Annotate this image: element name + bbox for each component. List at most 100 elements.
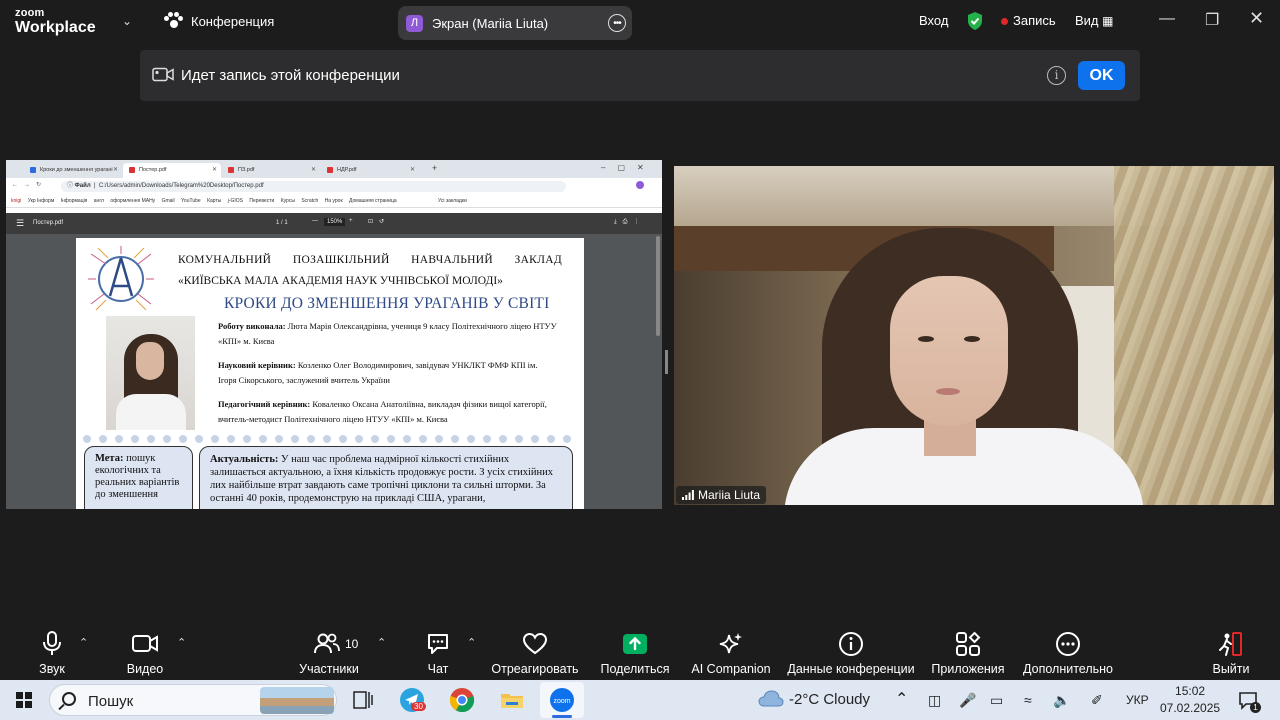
record-button[interactable]: Запись [1001, 13, 1056, 28]
address-input[interactable]: ⓘ Файл | C:/Users/admin/Downloads/Telegr… [61, 181, 566, 192]
shared-screen[interactable]: Кроки до зменшення урагані ✕ Постер.pdf ✕ … [6, 160, 662, 509]
more-icon[interactable]: ••• [608, 14, 626, 32]
info-icon[interactable]: i [1047, 66, 1066, 85]
conference-menu-button[interactable]: Конференция [163, 12, 274, 30]
video-camera-icon [132, 635, 158, 652]
close-icon[interactable]: ✕ [1249, 8, 1264, 29]
chat-button[interactable]: Чат [420, 622, 456, 680]
video-options-chevron-icon[interactable]: ⌃ [177, 636, 186, 649]
record-dot-icon [1001, 18, 1008, 26]
zoom-out-icon[interactable]: — [312, 218, 318, 224]
task-view-icon[interactable] [348, 686, 376, 714]
chrome-icon[interactable] [448, 686, 476, 714]
bookmark-item[interactable]: YouTube [181, 198, 201, 204]
participants-icon [314, 633, 340, 654]
more-button[interactable]: Дополнительно [1020, 622, 1116, 680]
zoom-in-icon[interactable]: + [349, 218, 353, 224]
pen-icon[interactable]: ✐ [1091, 692, 1103, 709]
leave-icon [1219, 632, 1242, 656]
browser-tab[interactable]: Кроки до зменшення урагані ✕ [24, 163, 122, 178]
file-explorer-icon[interactable] [498, 686, 526, 714]
title-bar: zoom Workplace ⌄ Конференция Л Экран (Ma… [0, 0, 1280, 46]
new-tab-icon[interactable]: + [432, 163, 437, 173]
audio-button[interactable]: Звук [32, 622, 72, 680]
browser-tab[interactable]: ПЗ.pdf ✕ [222, 163, 320, 178]
bookmark-item[interactable]: Домашняя страница [349, 198, 397, 204]
bookmarks-bar: knigi Укр Інформ Інформація англ оформле… [6, 194, 662, 208]
restore-icon[interactable]: ❐ [1205, 10, 1219, 30]
split-resize-handle[interactable] [665, 350, 668, 374]
bookmark-item[interactable]: англ [94, 198, 104, 204]
bookmark-item[interactable]: оформлення МАНу [110, 198, 155, 204]
bookmark-item[interactable]: Карты [207, 198, 221, 204]
poster-author: Роботу виконала: Люта Марія Олександрівн… [218, 321, 557, 346]
participant-video-tile[interactable]: Mariia Liuta [674, 166, 1274, 505]
chevron-up-icon[interactable]: ⌃ [895, 689, 908, 709]
weather-widget[interactable]: -2°C Cloudy [789, 691, 870, 708]
participants-options-chevron-icon[interactable]: ⌃ [377, 636, 386, 649]
share-screen-button[interactable]: Поделиться [598, 622, 672, 680]
language-indicator[interactable]: УКР [1126, 693, 1149, 707]
video-button[interactable]: Видео [122, 622, 168, 680]
battery-icon[interactable]: ▭ [990, 692, 1003, 709]
bookmark-item[interactable]: Курсы [281, 198, 295, 204]
bookmark-item[interactable]: Перевести [249, 198, 274, 204]
profile-avatar[interactable] [636, 181, 644, 189]
clock[interactable]: 15:02 07.02.2025 [1160, 683, 1220, 717]
bookmark-item[interactable]: knigi [11, 198, 21, 204]
signal-bars-icon [682, 490, 694, 500]
participants-button[interactable]: Участники [297, 622, 361, 680]
ok-button[interactable]: OK [1078, 61, 1125, 90]
browser-tab[interactable]: НДР.pdf ✕ [321, 163, 419, 178]
bookmark-item[interactable]: Усі закладки [438, 198, 467, 204]
view-button[interactable]: Вид ▦ [1075, 13, 1114, 28]
fit-rotate-icons[interactable]: ⊡↺ [368, 218, 390, 225]
bookmark-item[interactable]: На урок [325, 198, 343, 204]
bookmark-item[interactable]: Scratch [301, 198, 318, 204]
tray-app-icon[interactable]: ◫ [928, 692, 941, 709]
more-icon [1056, 632, 1080, 656]
poster-header-2: «КИЇВСЬКА МАЛА АКАДЕМІЯ НАУК УЧНІВСЬКОЇ … [178, 275, 503, 287]
microphone-icon [43, 631, 61, 655]
windows-start-icon[interactable] [16, 692, 32, 708]
volume-icon[interactable]: 🔈 [1053, 692, 1070, 709]
apps-icon [956, 631, 981, 656]
grid-icon: ▦ [1102, 14, 1114, 28]
search-highlight-image [260, 687, 334, 714]
pdf-zoom-level[interactable]: 150% [324, 218, 346, 226]
apps-button[interactable]: Приложения [928, 622, 1008, 680]
chat-options-chevron-icon[interactable]: ⌃ [467, 636, 476, 649]
windows-taskbar: Пошук 30 zoom -2°C Cloudy ⌃ ◫ 🎤 ▭ ≈ 🔈 ✐ … [0, 680, 1280, 720]
pdf-viewport[interactable]: КОМУНАЛЬНИЙ ПОЗАШКІЛЬНИЙ НАВЧАЛЬНИЙ ЗАКЛ… [6, 234, 662, 509]
react-button[interactable]: Отреагировать [490, 622, 580, 680]
shield-check-icon[interactable] [966, 11, 984, 31]
chevron-down-icon[interactable]: ⌄ [122, 14, 132, 28]
wifi-icon[interactable]: ≈ [1024, 692, 1032, 708]
pdf-filename: Постер.pdf [33, 220, 64, 226]
dotted-divider [83, 435, 571, 443]
bookmark-item[interactable]: j-GIOS [228, 198, 243, 204]
bookmark-item[interactable]: Gmail [162, 198, 175, 204]
browser-tab-active[interactable]: Постер.pdf ✕ [123, 163, 221, 178]
leave-button[interactable]: Выйти [1208, 622, 1254, 680]
browser-nav-icons[interactable]: ←→↻ [12, 181, 47, 188]
signin-button[interactable]: Вход [919, 13, 948, 28]
download-print-icons[interactable]: ⤓⎙⋮ [614, 218, 645, 226]
menu-icon[interactable]: ☰ [16, 218, 24, 229]
pdf-page-indicator[interactable]: 1 / 1 [276, 220, 288, 226]
bookmark-item[interactable]: Інформація [61, 198, 88, 204]
search-icon [62, 692, 76, 706]
ai-companion-button[interactable]: AI Companion [688, 622, 774, 680]
minimize-icon[interactable]: — [1159, 10, 1175, 28]
browser-window-controls[interactable]: –▢✕ [601, 163, 656, 172]
poster-ped-advisor: Педагогічний керівник: Коваленко Оксана … [218, 399, 547, 424]
bookmark-item[interactable]: Укр Інформ [28, 198, 55, 204]
share-view-pill[interactable]: Л Экран (Mariia Liuta) ••• [398, 6, 632, 40]
zoom-taskbar-active[interactable]: zoom [540, 682, 584, 718]
audio-options-chevron-icon[interactable]: ⌃ [79, 636, 88, 649]
meeting-info-button[interactable]: Данные конференции [784, 622, 918, 680]
scrollbar[interactable] [656, 236, 660, 336]
taskbar-search[interactable]: Пошук [49, 684, 337, 716]
poster-title: КРОКИ ДО ЗМЕНШЕННЯ УРАГАНІВ У СВІТІ [224, 295, 550, 312]
microphone-tray-icon[interactable]: 🎤 [959, 692, 976, 709]
